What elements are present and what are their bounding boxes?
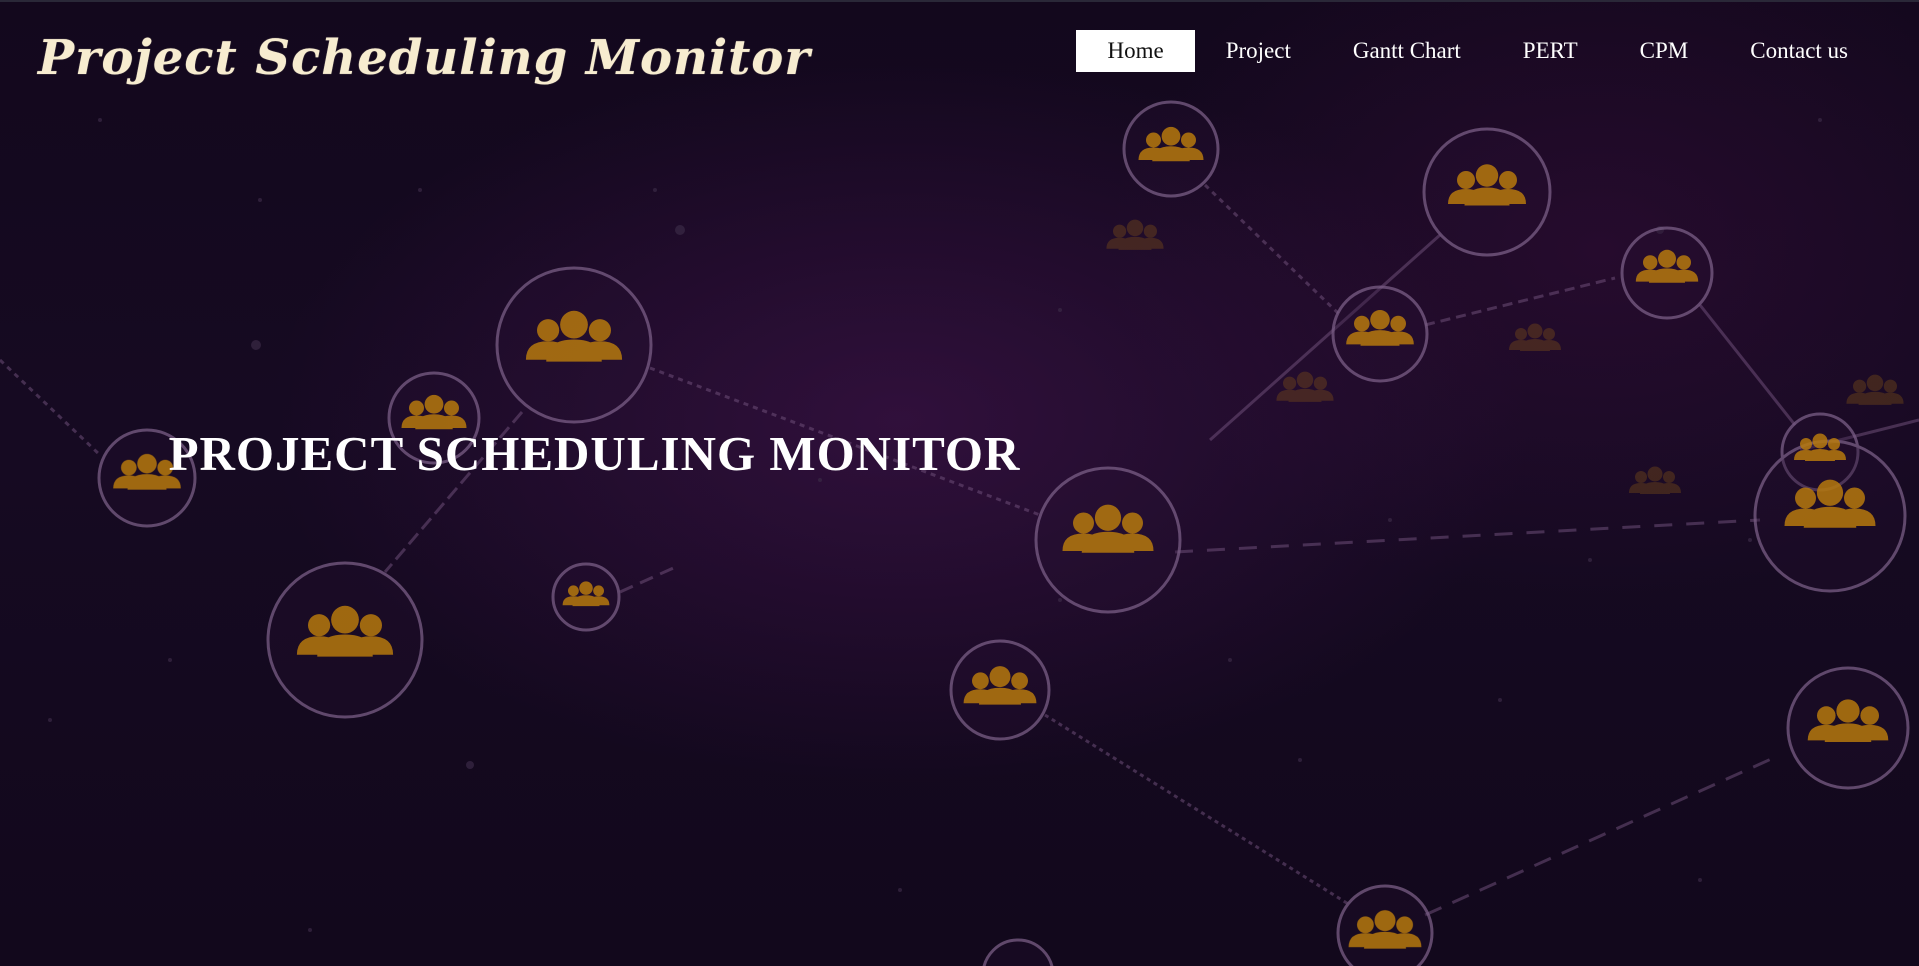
nav-item-project[interactable]: Project (1195, 30, 1322, 72)
nav-item-cpm[interactable]: CPM (1609, 30, 1720, 72)
hero-title-text: PROJECT SCHEDULING MONITOR (168, 426, 1021, 481)
nav-item-gantt-chart[interactable]: Gantt Chart (1322, 30, 1492, 72)
site-logo[interactable]: Project Scheduling Monitor (38, 30, 811, 86)
nav-item-pert[interactable]: PERT (1492, 30, 1609, 72)
nav-item-contact-us[interactable]: Contact us (1719, 30, 1879, 72)
network-background (0, 100, 1919, 966)
background-dots (48, 118, 1822, 932)
network-nodes (97, 100, 1910, 966)
home-page: Project Scheduling Monitor Home Project … (0, 0, 1919, 966)
nav-item-home[interactable]: Home (1076, 30, 1195, 72)
hero-title: PROJECT SCHEDULING MONITOR (0, 425, 1919, 482)
main-nav: Home Project Gantt Chart PERT CPM Contac… (1076, 30, 1879, 72)
site-header: Project Scheduling Monitor Home Project … (0, 0, 1919, 110)
